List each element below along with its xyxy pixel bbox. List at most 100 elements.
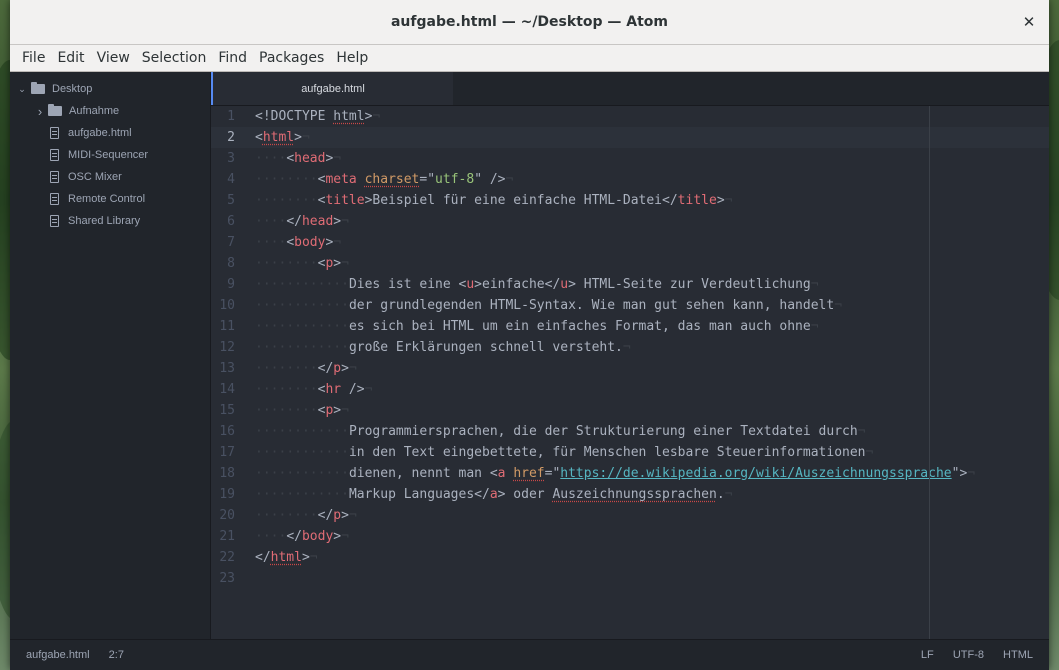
line-number[interactable]: 4 [211,169,255,190]
line-number[interactable]: 17 [211,442,255,463]
tree-item-aufgabe-html[interactable]: aufgabe.html [10,122,210,144]
line-number[interactable]: 11 [211,316,255,337]
line-number[interactable]: 21 [211,526,255,547]
file-icon [50,149,59,161]
menu-help[interactable]: Help [330,45,374,71]
code-line[interactable]: 15 ········<p>¬ [211,400,1049,421]
menu-view[interactable]: View [91,45,136,71]
close-button[interactable]: ✕ [1019,12,1039,32]
code-text: ············Dies ist eine <u>einfache</u… [255,277,819,292]
code-line[interactable]: 23 [211,568,1049,589]
tab-label: aufgabe.html [301,82,365,95]
line-number[interactable]: 12 [211,337,255,358]
code-text: ············Programmiersprachen, die der… [255,424,866,439]
code-line[interactable]: 5 ········<title>Beispiel für eine einfac… [211,190,1049,211]
code-line[interactable]: 1 <!DOCTYPE html>¬ [211,106,1049,127]
code-text: ····</body>¬ [255,529,349,544]
line-number[interactable]: 22 [211,547,255,568]
line-number[interactable]: 14 [211,379,255,400]
tree-item-shared-library[interactable]: Shared Library [10,210,210,232]
code-text: ········<meta charset="utf-8" />¬ [255,172,514,187]
code-text: ········<title>Beispiel für eine einfach… [255,193,733,208]
tree-item-label: Aufnahme [69,105,120,117]
code-text: ····</head>¬ [255,214,349,229]
code-text: ············es sich bei HTML um ein einf… [255,319,819,334]
code-line[interactable]: 17 ············in den Text eingebettete, … [211,442,1049,463]
line-number[interactable]: 23 [211,568,255,589]
code-line[interactable]: 7 ····<body>¬ [211,232,1049,253]
code-text: ············große Erklärungen schnell ve… [255,340,631,355]
file-icon [50,215,59,227]
file-icon [50,171,59,183]
code-line[interactable]: 14 ········<hr />¬ [211,379,1049,400]
code-line[interactable]: 16 ············Programmiersprachen, die d… [211,421,1049,442]
line-number[interactable]: 3 [211,148,255,169]
code-line[interactable]: 3 ····<head>¬ [211,148,1049,169]
tree-root-desktop[interactable]: ⌄ Desktop [10,78,210,100]
code-text: ············Markup Languages</a> oder Au… [255,487,733,502]
menu-file[interactable]: File [16,45,51,71]
line-number[interactable]: 5 [211,190,255,211]
code-line[interactable]: 10 ············der grundlegenden HTML-Syn… [211,295,1049,316]
code-line[interactable]: 11 ············es sich bei HTML um ein ei… [211,316,1049,337]
line-number[interactable]: 20 [211,505,255,526]
code-line[interactable]: 21 ····</body>¬ [211,526,1049,547]
line-number[interactable]: 2 [211,127,255,148]
menu-selection[interactable]: Selection [136,45,213,71]
menu-packages[interactable]: Packages [253,45,330,71]
code-line[interactable]: 8 ········<p>¬ [211,253,1049,274]
tree-item-label: Shared Library [68,215,141,227]
tree-item-midi-sequencer[interactable]: MIDI-Sequencer [10,144,210,166]
line-number[interactable]: 10 [211,295,255,316]
tree-item-label: Remote Control [68,193,146,205]
menu-edit[interactable]: Edit [51,45,90,71]
code-text: ············in den Text eingebettete, fü… [255,445,874,460]
code-line[interactable]: 6 ····</head>¬ [211,211,1049,232]
line-number[interactable]: 1 [211,106,255,127]
code-line[interactable]: 4 ········<meta charset="utf-8" />¬ [211,169,1049,190]
file-icon [50,193,59,205]
code-text: ········<p>¬ [255,403,349,418]
tree-item-aufnahme[interactable]: › Aufnahme [10,100,210,122]
status-cursor-position[interactable]: 2:7 [109,649,124,661]
line-number[interactable]: 16 [211,421,255,442]
code-text: ············dienen, nennt man <a href="h… [255,466,976,481]
tab-aufgabe-html[interactable]: aufgabe.html [211,72,453,105]
status-line-ending[interactable]: LF [921,649,934,661]
title-bar[interactable]: aufgabe.html — ~/Desktop — Atom ✕ [10,0,1049,45]
line-number[interactable]: 18 [211,463,255,484]
code-text: <!DOCTYPE html>¬ [255,109,381,124]
code-line[interactable]: 19 ············Markup Languages</a> oder … [211,484,1049,505]
tree-item-osc-mixer[interactable]: OSC Mixer [10,166,210,188]
status-encoding[interactable]: UTF-8 [953,649,984,661]
code-line[interactable]: 12 ············große Erklärungen schnell … [211,337,1049,358]
line-number[interactable]: 15 [211,400,255,421]
code-text: ········<p>¬ [255,256,349,271]
line-number[interactable]: 7 [211,232,255,253]
chevron-right-icon: › [37,103,43,119]
line-number[interactable]: 9 [211,274,255,295]
line-number[interactable]: 6 [211,211,255,232]
text-editor[interactable]: 1 <!DOCTYPE html>¬ 2 <html>¬ 3 ····<head>¬ 4 ··… [211,106,1049,639]
status-bar: aufgabe.html 2:7 LF UTF-8 HTML [10,639,1049,670]
status-file-name[interactable]: aufgabe.html [26,649,90,661]
code-text: ········</p>¬ [255,361,357,376]
code-text: ············der grundlegenden HTML-Synta… [255,298,843,313]
menu-find[interactable]: Find [212,45,253,71]
code-line[interactable]: 13 ········</p>¬ [211,358,1049,379]
window-title: aufgabe.html — ~/Desktop — Atom [390,14,669,30]
line-number[interactable]: 19 [211,484,255,505]
atom-window: aufgabe.html — ~/Desktop — Atom ✕ File Ed… [10,0,1049,670]
tree-item-remote-control[interactable]: Remote Control [10,188,210,210]
tab-bar: aufgabe.html [211,72,1049,106]
code-line[interactable]: 18 ············dienen, nennt man <a href=… [211,463,1049,484]
code-line[interactable]: 2 <html>¬ [211,127,1049,148]
status-grammar[interactable]: HTML [1003,649,1033,661]
menu-bar: File Edit View Selection Find Packages Help [10,45,1049,72]
line-number[interactable]: 13 [211,358,255,379]
code-line[interactable]: 20 ········</p>¬ [211,505,1049,526]
code-line[interactable]: 22 </html>¬ [211,547,1049,568]
line-number[interactable]: 8 [211,253,255,274]
wrap-guide [929,106,930,639]
code-line[interactable]: 9 ············Dies ist eine <u>einfache</… [211,274,1049,295]
